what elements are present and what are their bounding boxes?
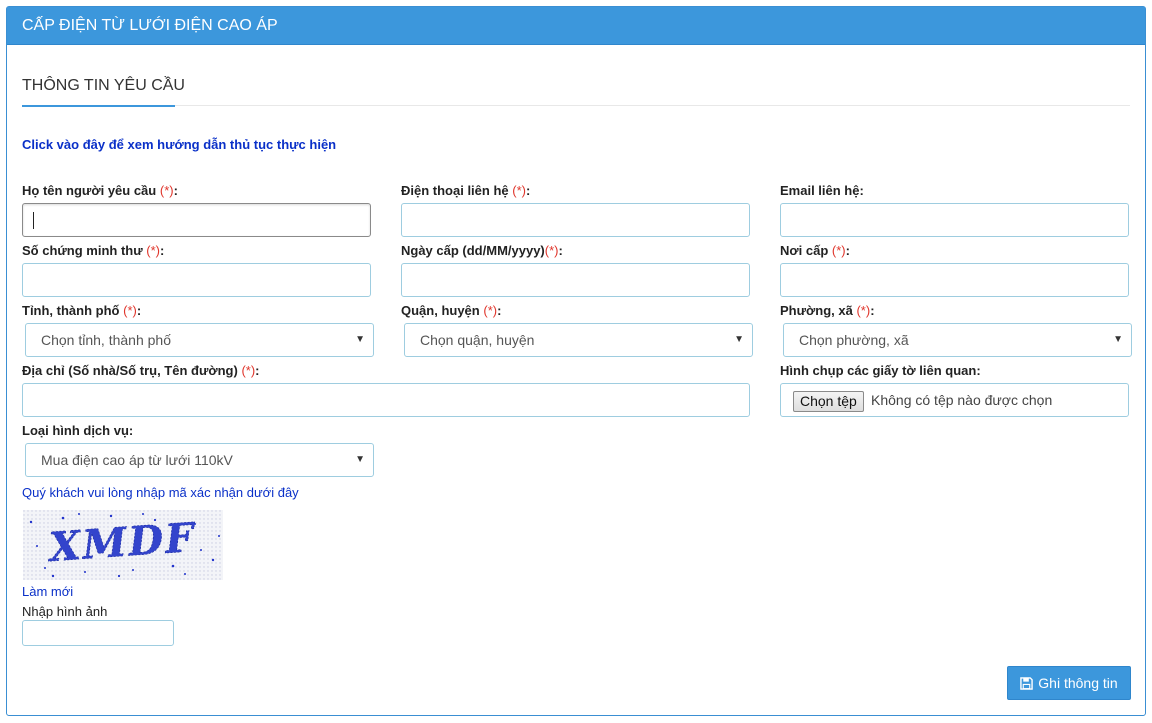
email-label: Email liên hệ: [780,183,864,198]
floppy-disk-icon [1020,676,1034,690]
required-mark: (*) [831,243,846,258]
captcha-refresh-link[interactable]: Làm mới [22,584,73,599]
service-type-select[interactable]: Mua điện cao áp từ lưới 110kV ▼ [25,443,374,477]
phone-label: Điện thoại liên hệ (*): [401,183,531,198]
required-mark: (*) [146,243,160,258]
province-label: Tỉnh, thành phố (*): [22,303,142,318]
request-panel: CẤP ĐIỆN TỪ LƯỚI ĐIỆN CAO ÁP THÔNG TIN Y… [6,6,1146,716]
dropdown-arrow-icon: ▼ [355,334,365,345]
procedure-guide-link[interactable]: Click vào đây để xem hướng dẫn thủ tục t… [22,137,336,152]
email-input[interactable] [780,203,1129,237]
save-info-button-label: Ghi thông tin [1038,675,1118,691]
required-mark: (*) [483,303,498,318]
issue-date-input[interactable] [401,263,750,297]
text-caret [33,212,34,229]
id-number-input[interactable] [22,263,371,297]
district-selected-value: Chọn quận, huyện [420,332,535,348]
full-name-label: Họ tên người yêu cầu (*): [22,183,178,198]
district-select[interactable]: Chọn quận, huyện ▼ [404,323,753,357]
captcha-image: XMDF [23,510,223,580]
choose-file-button[interactable]: Chọn tệp [793,391,864,412]
section-divider [22,105,1130,106]
required-mark: (*) [123,303,137,318]
service-type-label: Loại hình dịch vụ: [22,423,134,438]
attachments-label: Hình chụp các giấy tờ liên quan: [780,363,981,378]
district-label: Quận, huyện (*): [401,303,502,318]
section-title: THÔNG TIN YÊU CẦU [22,77,185,94]
issue-place-input[interactable] [780,263,1129,297]
province-select[interactable]: Chọn tỉnh, thành phố ▼ [25,323,374,357]
ward-label: Phường, xã (*): [780,303,875,318]
captcha-instruction: Quý khách vui lòng nhập mã xác nhận dưới… [22,485,299,500]
province-selected-value: Chọn tỉnh, thành phố [41,332,171,348]
issue-date-label: Ngày cấp (dd/MM/yyyy)(*): [401,243,563,258]
issue-place-label: Nơi cấp (*): [780,243,850,258]
required-mark: (*) [544,243,559,258]
ward-select[interactable]: Chọn phường, xã ▼ [783,323,1132,357]
captcha-input-label: Nhập hình ảnh [22,604,108,619]
dropdown-arrow-icon: ▼ [355,454,365,465]
ward-selected-value: Chọn phường, xã [799,332,909,348]
file-status-text: Không có tệp nào được chọn [871,392,1053,408]
dropdown-arrow-icon: ▼ [734,334,744,345]
full-name-input[interactable] [22,203,371,237]
attachments-file-input[interactable]: Chọn tệp Không có tệp nào được chọn [780,383,1129,417]
required-mark: (*) [159,183,174,198]
required-mark: (*) [241,363,256,378]
dropdown-arrow-icon: ▼ [1113,334,1123,345]
service-type-selected-value: Mua điện cao áp từ lưới 110kV [41,452,233,468]
address-input[interactable] [22,383,750,417]
required-mark: (*) [512,183,526,198]
required-mark: (*) [856,303,871,318]
id-number-label: Số chứng minh thư (*): [22,243,165,258]
captcha-input[interactable] [22,620,174,646]
save-info-button[interactable]: Ghi thông tin [1007,666,1131,700]
address-label: Địa chỉ (Số nhà/Số trụ, Tên đường) (*): [22,363,260,378]
captcha-noise-graphic: XMDF [23,510,223,580]
phone-input[interactable] [401,203,750,237]
panel-header-title: CẤP ĐIỆN TỪ LƯỚI ĐIỆN CAO ÁP [7,7,1145,45]
section-title-underline [22,105,175,107]
